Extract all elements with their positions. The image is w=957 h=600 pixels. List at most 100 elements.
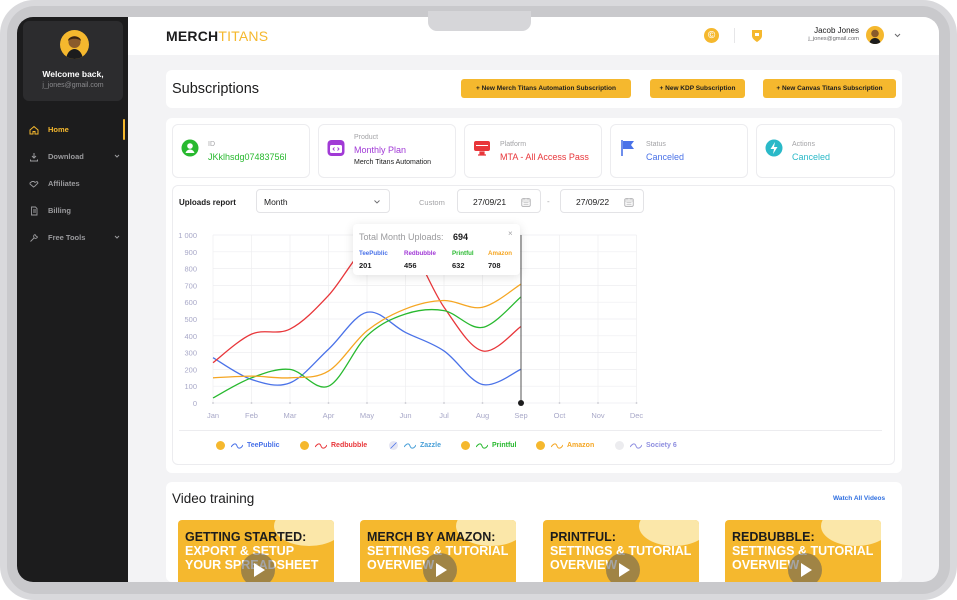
video-thumbnail[interactable]: PRINTFUL: SETTINGS & TUTORIAL OVERVIEW (543, 520, 699, 582)
app-screen: Welcome back, j_jones@gmail.com Home Dow… (17, 17, 939, 582)
y-tick-label: 700 (184, 281, 197, 290)
eye-icon[interactable] (536, 441, 545, 450)
tooltip-total: 694 (453, 232, 469, 242)
sidebar-item-free-tools[interactable]: Free Tools (17, 224, 128, 251)
chevron-down-icon (114, 154, 120, 158)
x-tick-label: Nov (591, 411, 605, 420)
status-info: Status Canceled (610, 124, 748, 178)
tooltip-item: Redbubble 456 (404, 250, 436, 270)
sidebar-item-affiliates[interactable]: Affiliates (17, 170, 128, 197)
chevron-down-icon (114, 235, 120, 239)
app-logo[interactable]: MERCHTITANS (166, 28, 268, 44)
top-bar: MERCHTITANS © Jacob Jones j_jones@gmail.… (128, 17, 939, 55)
x-tick-label: Dec (630, 411, 644, 420)
actions-info: Actions Canceled (756, 124, 895, 178)
monitor-icon (474, 141, 490, 156)
video-card[interactable]: GETTING STARTED:EXPORT & SETUPYOUR SPREA… (172, 514, 340, 582)
credits-icon[interactable]: © (704, 28, 719, 43)
legend-item-redbubble[interactable]: Redbubble (300, 441, 367, 450)
video-thumbnail[interactable]: REDBUBBLE: SETTINGS & TUTORIAL OVERVIEW (725, 520, 881, 582)
actions-label: Actions (792, 141, 815, 148)
status-label: Status (646, 141, 666, 148)
video-training-section: Video training Watch All Videos GETTING … (166, 482, 902, 582)
legend-item-amazon[interactable]: Amazon (536, 441, 594, 450)
shield-icon[interactable] (750, 28, 764, 43)
device-notch (428, 11, 531, 31)
video-thumbnail[interactable]: MERCH BY AMAZON: SETTINGS & TUTORIAL OVERV… (360, 520, 516, 582)
y-tick-label: 300 (184, 349, 197, 358)
play-icon[interactable] (606, 553, 640, 582)
lightning-icon (765, 139, 783, 157)
video-card[interactable]: PRINTFUL: SETTINGS & TUTORIAL OVERVIEW (537, 514, 705, 582)
eye-icon[interactable] (461, 441, 470, 450)
y-tick-label: 600 (184, 298, 197, 307)
platform-info: Platform MTA - All Access Pass (464, 124, 602, 178)
legend-item-zazzle[interactable]: Zazzle (389, 441, 441, 450)
eye-off-icon[interactable] (389, 441, 398, 450)
close-icon[interactable]: × (508, 229, 513, 238)
sidebar-item-label: Home (48, 125, 69, 134)
x-tick-label: Apr (323, 411, 335, 420)
watch-all-videos-link[interactable]: Watch All Videos (833, 495, 885, 502)
welcome-text: Welcome back, (42, 69, 104, 79)
product-value: Monthly Plan (354, 145, 407, 155)
x-tick-mark (597, 402, 599, 404)
actions-value[interactable]: Canceled (792, 152, 830, 162)
wave-icon (315, 442, 327, 449)
sidebar: Welcome back, j_jones@gmail.com Home Dow… (17, 17, 128, 582)
video-card[interactable]: REDBUBBLE: SETTINGS & TUTORIAL OVERVIEW (719, 514, 887, 582)
x-tick-mark (366, 402, 368, 404)
sidebar-item-label: Affiliates (48, 179, 80, 188)
x-tick-label: Sep (514, 411, 527, 420)
x-tick-mark (250, 402, 253, 404)
sidebar-item-label: Free Tools (48, 233, 86, 242)
platform-value: MTA - All Access Pass (500, 152, 589, 162)
legend-item-society6[interactable]: Society 6 (615, 441, 677, 450)
play-icon[interactable] (788, 553, 822, 582)
user-email: j_jones@gmail.com (808, 36, 859, 42)
video-thumbnail[interactable]: GETTING STARTED:EXPORT & SETUPYOUR SPREA… (178, 520, 334, 582)
user-icon (181, 139, 199, 157)
y-tick-label: 200 (184, 365, 197, 374)
x-tick-mark (212, 402, 214, 404)
id-label: ID (208, 141, 215, 148)
wave-icon (404, 442, 416, 449)
subscriptions-header: Subscriptions + New Merch Titans Automat… (166, 70, 902, 108)
sidebar-item-home[interactable]: Home (17, 116, 128, 143)
uploads-chart[interactable]: 0 100 200 300 400 500 600 700 800 900 1 000 Jan Feb M… (173, 186, 896, 431)
handshake-icon (29, 180, 39, 188)
legend-item-printful[interactable]: Printful (461, 441, 517, 450)
x-tick-label: Mar (284, 411, 297, 420)
y-tick-label: 400 (184, 332, 197, 341)
play-icon[interactable] (241, 553, 275, 582)
sidebar-item-billing[interactable]: Billing (17, 197, 128, 224)
id-value: JKklhsdg07483756l (208, 152, 287, 162)
new-canvas-subscription-button[interactable]: + New Canvas Titans Subscription (763, 79, 896, 98)
tooltip-item: TeePublic 201 (359, 250, 388, 270)
wave-icon (476, 442, 488, 449)
flag-icon (621, 140, 634, 156)
y-tick-label: 1 000 (178, 231, 197, 240)
eye-icon[interactable] (300, 441, 309, 450)
product-subtitle: Merch Titans Automation (354, 159, 432, 166)
eye-icon[interactable] (216, 441, 225, 450)
play-icon[interactable] (423, 553, 457, 582)
y-tick-label: 800 (184, 265, 197, 274)
subscription-details-card: ID JKklhsdg07483756l Product Monthly Pla… (166, 118, 902, 473)
avatar[interactable] (866, 26, 884, 44)
eye-off-icon[interactable] (615, 441, 624, 450)
product-info: Product Monthly Plan Merch Titans Automa… (318, 124, 456, 178)
avatar[interactable] (60, 30, 89, 59)
sidebar-item-download[interactable]: Download (17, 143, 128, 170)
video-card[interactable]: MERCH BY AMAZON: SETTINGS & TUTORIAL OVERV… (354, 514, 522, 582)
new-automation-subscription-button[interactable]: + New Merch Titans Automation Subscripti… (461, 79, 631, 98)
sidebar-item-label: Billing (48, 206, 71, 215)
new-kdp-subscription-button[interactable]: + New KDP Subscription (650, 79, 745, 98)
user-name[interactable]: Jacob Jones (768, 26, 859, 35)
chevron-down-icon[interactable] (893, 31, 902, 40)
legend-item-teepublic[interactable]: TeePublic (216, 441, 280, 450)
x-tick-mark (635, 402, 638, 404)
chart-tooltip: Total Month Uploads: 694 × TeePublic 201 … (353, 224, 520, 275)
x-tick-label: Jun (399, 411, 411, 420)
y-tick-label: 900 (184, 248, 197, 257)
